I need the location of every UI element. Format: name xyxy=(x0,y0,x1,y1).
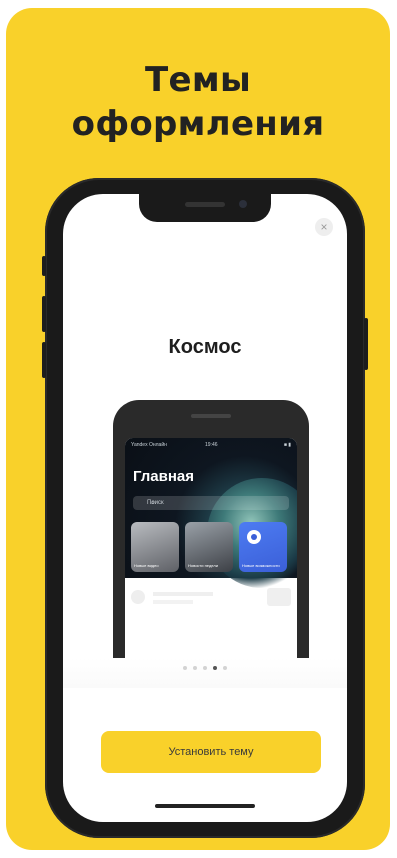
preview-list-row xyxy=(131,588,291,608)
promo-headline: Темы оформления xyxy=(6,58,390,146)
headline-line-1: Темы xyxy=(145,60,251,100)
preview-tile-caption: Новые видео xyxy=(134,563,159,568)
preview-fade xyxy=(63,658,347,688)
phone-notch xyxy=(139,194,271,222)
preview-thumbnail xyxy=(267,588,291,606)
phone-side-button-silent xyxy=(42,256,46,276)
preview-status-bar: Yandex Онлайн 19:46 ■ ▮ xyxy=(131,442,291,448)
home-indicator xyxy=(155,804,255,808)
notch-speaker xyxy=(185,202,225,207)
preview-tile: Новые возможности xyxy=(239,522,287,572)
close-icon: × xyxy=(320,220,328,234)
phone-screen: × Космос Yandex Онлайн 19:46 ■ ▮ Главная… xyxy=(63,194,347,822)
theme-preview-phone: Yandex Онлайн 19:46 ■ ▮ Главная ⌕ Поиск … xyxy=(113,400,309,660)
page-dot[interactable] xyxy=(183,666,187,670)
phone-side-button-volume-down xyxy=(42,342,46,378)
close-button[interactable]: × xyxy=(315,218,333,236)
preview-tile-caption: Новые возможности xyxy=(242,563,280,568)
page-dot[interactable] xyxy=(223,666,227,670)
preview-tile: Новые видео xyxy=(131,522,179,572)
preview-home-title: Главная xyxy=(133,468,195,485)
notch-camera xyxy=(239,200,247,208)
theme-preview-screen: Yandex Онлайн 19:46 ■ ▮ Главная ⌕ Поиск … xyxy=(125,438,297,660)
page-dot[interactable] xyxy=(203,666,207,670)
headline-line-2: оформления xyxy=(71,104,325,144)
page-indicator xyxy=(63,666,347,670)
preview-search-icon: ⌕ xyxy=(151,500,155,506)
preview-battery-icon: ■ ▮ xyxy=(283,442,291,448)
preview-line xyxy=(153,600,193,604)
promo-card: Темы оформления × Космос Yandex Онлайн 1… xyxy=(6,8,390,850)
preview-speaker xyxy=(191,414,231,418)
phone-side-button-power xyxy=(364,318,368,370)
preview-tile: Новости недели xyxy=(185,522,233,572)
phone-mockup: × Космос Yandex Онлайн 19:46 ■ ▮ Главная… xyxy=(42,178,368,838)
preview-tile-app-icon xyxy=(247,530,261,544)
preview-search-placeholder: Поиск xyxy=(147,500,164,506)
preview-line xyxy=(153,592,213,596)
preview-tile-caption: Новости недели xyxy=(188,563,218,568)
preview-time: 19:46 xyxy=(205,442,218,448)
theme-title: Космос xyxy=(168,336,242,358)
preview-search-bar: ⌕ Поиск xyxy=(133,496,289,510)
phone-side-button-volume-up xyxy=(42,296,46,332)
preview-carrier: Yandex Онлайн xyxy=(131,442,167,448)
page-dot[interactable] xyxy=(193,666,197,670)
page-dot-active[interactable] xyxy=(213,666,217,670)
preview-avatar xyxy=(131,590,145,604)
install-theme-button[interactable]: Установить тему xyxy=(101,731,321,773)
